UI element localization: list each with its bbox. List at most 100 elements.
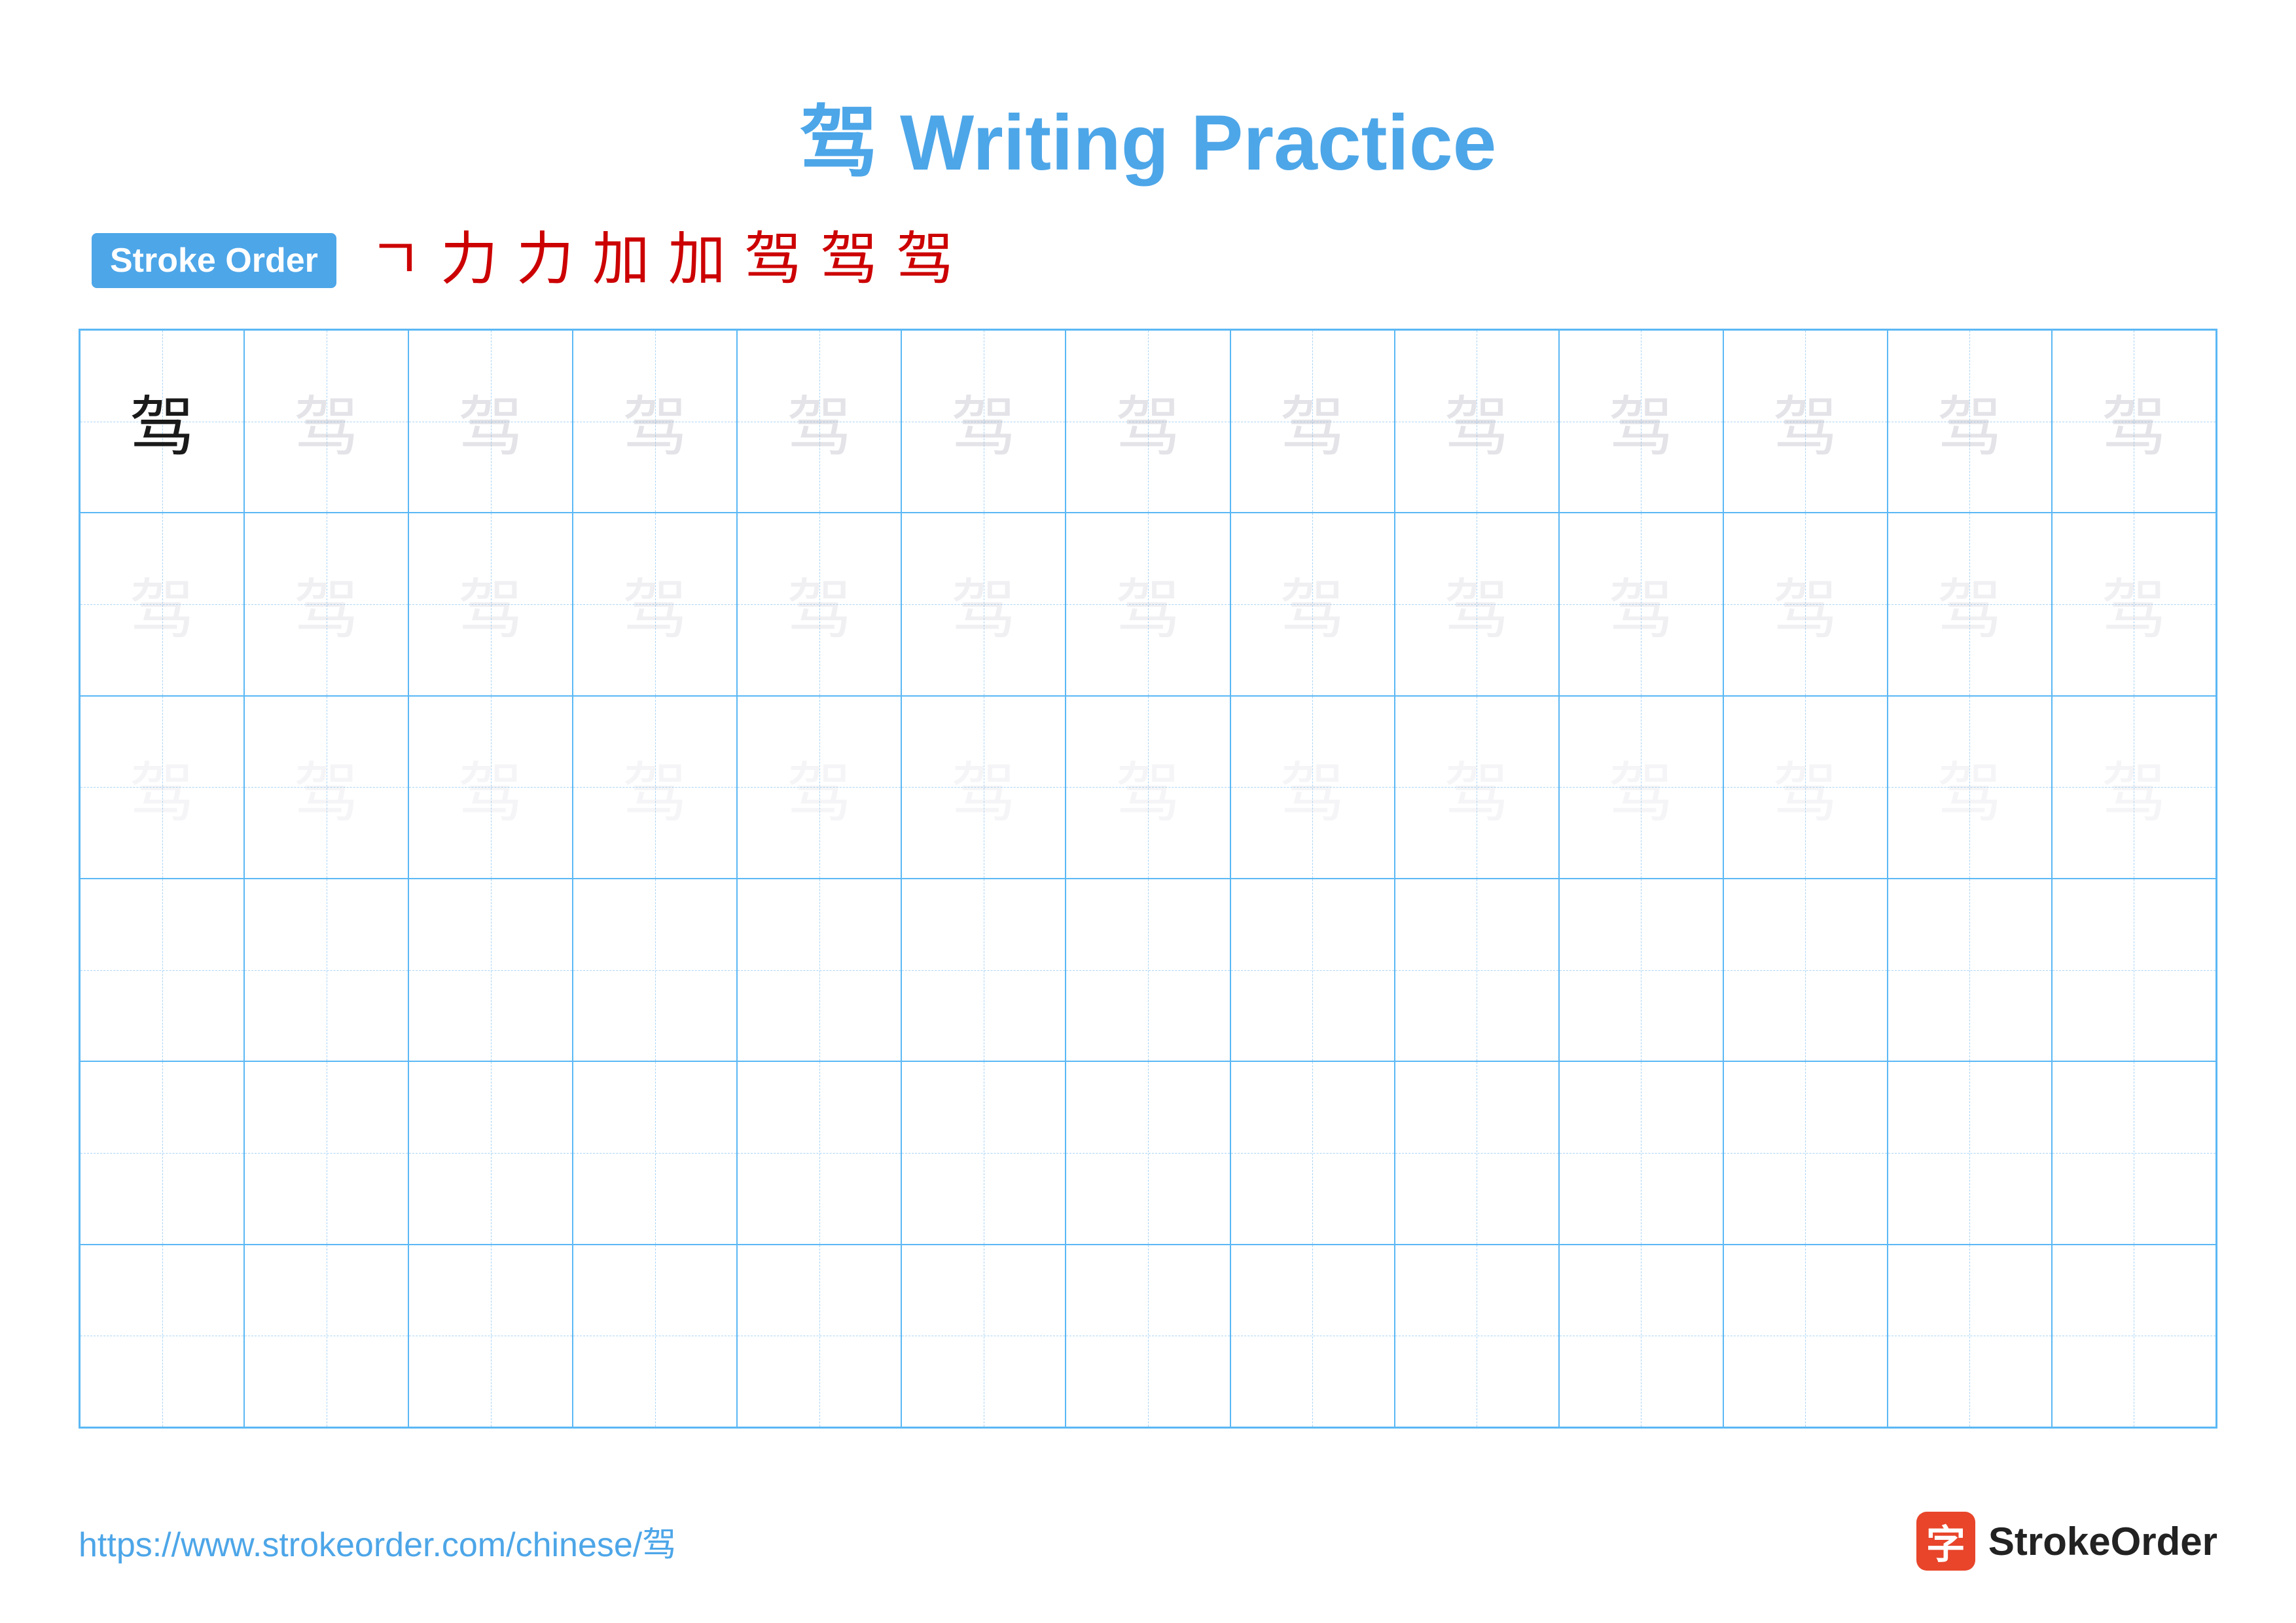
practice-char: 驾 (787, 374, 852, 469)
grid-cell[interactable]: 驾 (244, 696, 408, 879)
grid-cell[interactable]: 驾 (1723, 696, 1888, 879)
grid-cell[interactable] (408, 1061, 573, 1244)
grid-cell[interactable]: 驾 (901, 513, 1066, 695)
grid-cell[interactable]: 驾 (573, 513, 737, 695)
grid-cell[interactable] (1395, 879, 1559, 1061)
writing-grid[interactable]: 驾驾驾驾驾驾驾驾驾驾驾驾驾驾驾驾驾驾驾驾驾驾驾驾驾驾驾驾驾驾驾驾驾驾驾驾驾驾驾 (79, 329, 2217, 1429)
grid-cell[interactable] (1888, 1245, 2052, 1427)
grid-cell[interactable]: 驾 (1395, 513, 1559, 695)
grid-cell[interactable] (244, 1061, 408, 1244)
grid-cell[interactable] (1723, 1061, 1888, 1244)
grid-cell[interactable] (244, 1245, 408, 1427)
practice-char: 驾 (787, 556, 852, 651)
grid-cell[interactable]: 驾 (408, 330, 573, 513)
practice-char: 驾 (1444, 374, 1509, 469)
grid-cell[interactable]: 驾 (408, 513, 573, 695)
grid-cell[interactable]: 驾 (244, 513, 408, 695)
practice-char: 驾 (458, 740, 524, 835)
grid-cell[interactable] (1395, 1061, 1559, 1244)
grid-cell[interactable]: 驾 (1066, 513, 1230, 695)
grid-cell[interactable]: 驾 (1395, 696, 1559, 879)
grid-cell[interactable] (80, 879, 244, 1061)
practice-char: 驾 (1772, 374, 1838, 469)
practice-char: 驾 (458, 374, 524, 469)
grid-cell[interactable] (244, 879, 408, 1061)
grid-cell[interactable]: 驾 (1723, 513, 1888, 695)
grid-cell[interactable] (901, 1245, 1066, 1427)
footer-logo: 字 StrokeOrder (1916, 1512, 2217, 1571)
grid-cell[interactable]: 驾 (408, 696, 573, 879)
stroke-char-2: 力 (516, 232, 574, 289)
grid-cell[interactable] (737, 879, 901, 1061)
grid-cell[interactable]: 驾 (1559, 330, 1723, 513)
grid-cell[interactable] (1066, 879, 1230, 1061)
grid-cell[interactable]: 驾 (573, 330, 737, 513)
grid-cell[interactable]: 驾 (737, 330, 901, 513)
practice-char: 驾 (1937, 374, 2002, 469)
grid-cell[interactable] (1559, 879, 1723, 1061)
grid-cell[interactable] (1395, 1245, 1559, 1427)
grid-cell[interactable] (1559, 1245, 1723, 1427)
grid-cell[interactable]: 驾 (737, 696, 901, 879)
grid-cell[interactable]: 驾 (901, 330, 1066, 513)
logo-icon: 字 (1916, 1512, 1975, 1571)
page: 驾 Writing Practice Stroke Order ㄱ力力加加驾驾驾… (0, 0, 2296, 1623)
grid-cell[interactable]: 驾 (1888, 513, 2052, 695)
grid-cell[interactable] (1723, 879, 1888, 1061)
page-title: 驾 Writing Practice (65, 79, 2231, 192)
practice-char: 驾 (622, 556, 688, 651)
grid-cell[interactable]: 驾 (1066, 330, 1230, 513)
grid-cell[interactable] (1230, 879, 1395, 1061)
grid-cell[interactable]: 驾 (1230, 513, 1395, 695)
grid-cell[interactable]: 驾 (1395, 330, 1559, 513)
grid-cell[interactable]: 驾 (737, 513, 901, 695)
grid-cell[interactable]: 驾 (1066, 696, 1230, 879)
grid-cell[interactable] (80, 1245, 244, 1427)
grid-cell[interactable] (1230, 1061, 1395, 1244)
grid-cell[interactable] (1559, 1061, 1723, 1244)
stroke-char-1: 力 (440, 232, 498, 289)
grid-cell[interactable]: 驾 (80, 330, 244, 513)
grid-cell[interactable]: 驾 (1888, 696, 2052, 879)
grid-cell[interactable]: 驾 (244, 330, 408, 513)
grid-cell[interactable] (2052, 1245, 2216, 1427)
grid-cell[interactable] (573, 1061, 737, 1244)
grid-cell[interactable]: 驾 (1559, 696, 1723, 879)
stroke-order-row: Stroke Order ㄱ力力加加驾驾驾 (92, 232, 2231, 289)
grid-cell[interactable]: 驾 (2052, 696, 2216, 879)
grid-cell[interactable]: 驾 (1230, 696, 1395, 879)
grid-cell[interactable]: 驾 (2052, 330, 2216, 513)
grid-cell[interactable] (737, 1061, 901, 1244)
practice-char: 驾 (1115, 374, 1181, 469)
grid-cell[interactable]: 驾 (80, 696, 244, 879)
grid-cell[interactable] (1888, 1061, 2052, 1244)
grid-cell[interactable]: 驾 (1230, 330, 1395, 513)
logo-text: StrokeOrder (1988, 1519, 2217, 1564)
grid-cell[interactable] (1230, 1245, 1395, 1427)
grid-cell[interactable]: 驾 (901, 696, 1066, 879)
grid-cell[interactable] (573, 879, 737, 1061)
grid-cell[interactable]: 驾 (573, 696, 737, 879)
grid-cell[interactable] (1066, 1245, 1230, 1427)
grid-cell[interactable]: 驾 (1723, 330, 1888, 513)
grid-cell[interactable] (1888, 879, 2052, 1061)
grid-cell[interactable] (573, 1245, 737, 1427)
grid-cell[interactable] (408, 1245, 573, 1427)
grid-cell[interactable] (901, 879, 1066, 1061)
practice-char: 驾 (1280, 374, 1345, 469)
grid-cell[interactable]: 驾 (80, 513, 244, 695)
stroke-char-5: 驾 (744, 232, 802, 289)
grid-cell[interactable] (1066, 1061, 1230, 1244)
grid-cell[interactable] (80, 1061, 244, 1244)
grid-cell[interactable] (901, 1061, 1066, 1244)
practice-char: 驾 (1115, 556, 1181, 651)
grid-cell[interactable]: 驾 (2052, 513, 2216, 695)
grid-cell[interactable] (737, 1245, 901, 1427)
grid-cell[interactable]: 驾 (1888, 330, 2052, 513)
grid-cell[interactable] (2052, 1061, 2216, 1244)
grid-cell[interactable]: 驾 (1559, 513, 1723, 695)
grid-cell[interactable] (1723, 1245, 1888, 1427)
stroke-char-3: 加 (592, 232, 650, 289)
grid-cell[interactable] (408, 879, 573, 1061)
grid-cell[interactable] (2052, 879, 2216, 1061)
